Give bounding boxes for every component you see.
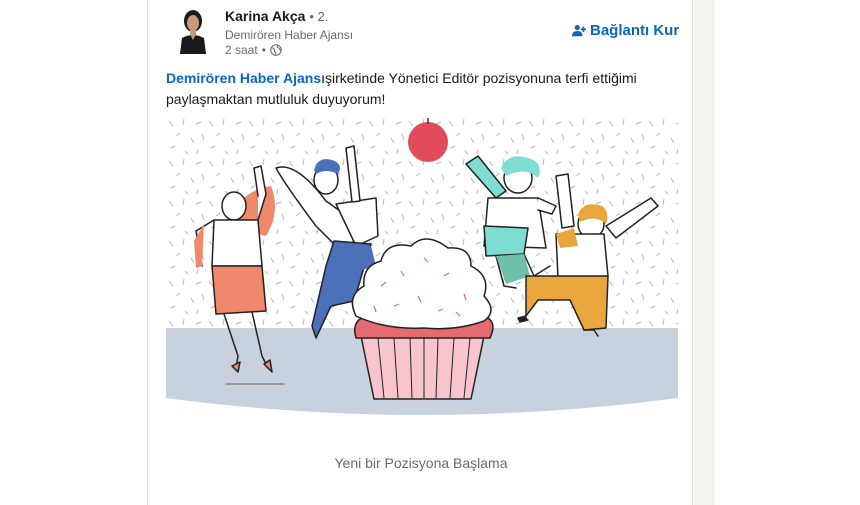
connect-button-label: Bağlantı Kur — [590, 22, 680, 39]
author-avatar[interactable] — [176, 6, 210, 54]
author-name[interactable]: Karina Akça • 2. — [225, 8, 328, 24]
company-mention-link[interactable]: Demirören Haber Ajansı — [166, 70, 325, 86]
author-name-text: Karina Akça — [225, 8, 306, 24]
add-person-icon — [572, 24, 586, 36]
meta-separator: • — [261, 43, 266, 57]
feed-background-right — [693, 0, 715, 505]
feed-post-card: Karina Akça • 2. Demirören Haber Ajansı … — [147, 0, 693, 505]
connect-button[interactable]: Bağlantı Kur — [572, 22, 679, 39]
celebration-illustration[interactable] — [166, 116, 678, 426]
author-headline: Demirören Haber Ajansı — [225, 28, 354, 42]
post-meta: 2 saat • — [225, 43, 282, 57]
connection-degree: • 2. — [309, 9, 329, 24]
author-photo — [176, 6, 210, 54]
post-text: Demirören Haber Ajansışirketinde Yönetic… — [166, 68, 646, 110]
feed-background-left — [0, 0, 147, 505]
globe-icon — [270, 44, 282, 56]
celebration-caption: Yeni bir Pozisyona Başlama — [334, 455, 508, 471]
post-time: 2 saat — [225, 43, 258, 57]
